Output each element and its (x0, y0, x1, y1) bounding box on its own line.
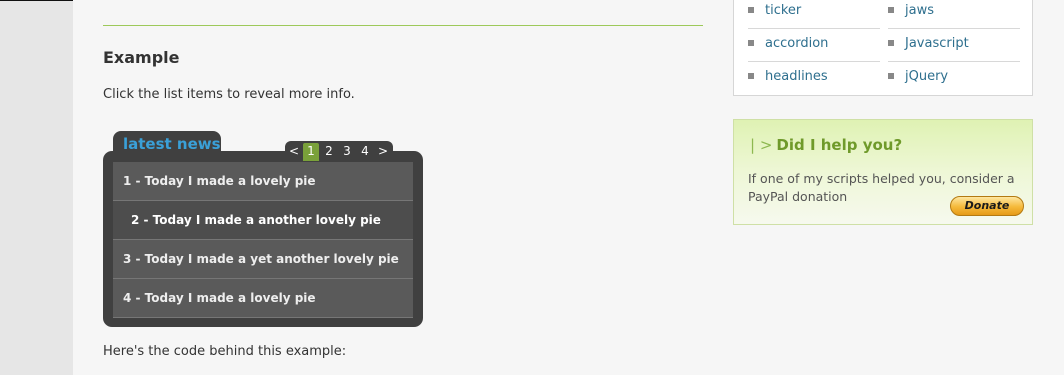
section-divider (103, 25, 703, 26)
link-item: accordion (748, 29, 880, 62)
link-accordion[interactable]: accordion (765, 36, 828, 51)
donate-heading: | > Did I help you? (750, 136, 902, 154)
donate-box: | > Did I help you? If one of my scripts … (733, 119, 1033, 225)
news-item-label: 1 - Today I made a lovely pie (123, 174, 316, 188)
bullet-icon (748, 73, 754, 79)
news-pager: < 1 2 3 4 > (285, 141, 393, 161)
bullet-icon (888, 40, 894, 46)
sidebar-links-box: ticker accordion headlines jaws Javascri… (733, 0, 1033, 96)
bullet-icon (888, 73, 894, 79)
donate-heading-marker: | > (750, 136, 773, 154)
links-column-left: ticker accordion headlines (748, 0, 880, 94)
news-widget: 1 - Today I made a lovely pie 2 - Today … (103, 151, 423, 327)
pager-next-button[interactable]: > (375, 143, 391, 161)
news-item[interactable]: 3 - Today I made a yet another lovely pi… (113, 240, 413, 279)
news-item[interactable]: 2 - Today I made a another lovely pie (113, 201, 413, 240)
link-item: ticker (748, 0, 880, 29)
bullet-icon (888, 7, 894, 13)
link-ticker[interactable]: ticker (765, 3, 801, 18)
link-item: Javascript (888, 29, 1020, 62)
donate-title: Did I help you? (776, 136, 903, 154)
news-item[interactable]: 4 - Today I made a lovely pie (113, 279, 413, 318)
link-headlines[interactable]: headlines (765, 69, 828, 84)
news-item-label: 4 - Today I made a lovely pie (123, 291, 316, 305)
section-heading: Example (103, 48, 180, 67)
code-intro-text: Here's the code behind this example: (103, 344, 347, 359)
link-item: headlines (748, 62, 880, 94)
link-jaws[interactable]: jaws (905, 3, 934, 18)
bullet-icon (748, 7, 754, 13)
link-item: jaws (888, 0, 1020, 29)
pager-prev-button[interactable]: < (286, 143, 302, 161)
news-tab-label: latest news (123, 135, 221, 153)
news-tab: latest news (113, 131, 221, 161)
bullet-icon (748, 40, 754, 46)
news-item[interactable]: 1 - Today I made a lovely pie (113, 162, 413, 201)
news-item-label: 2 - Today I made a another lovely pie (131, 213, 381, 227)
links-column-right: jaws Javascript jQuery (888, 0, 1020, 94)
news-item-label: 3 - Today I made a yet another lovely pi… (123, 252, 399, 266)
pager-page-3[interactable]: 3 (339, 143, 355, 161)
pager-page-4[interactable]: 4 (357, 143, 373, 161)
pager-page-1[interactable]: 1 (303, 143, 319, 161)
link-item: jQuery (888, 62, 1020, 94)
donate-button[interactable]: Donate (950, 196, 1024, 216)
intro-text: Click the list items to reveal more info… (103, 87, 355, 102)
pager-page-2[interactable]: 2 (321, 143, 337, 161)
link-jquery[interactable]: jQuery (905, 69, 948, 84)
link-javascript[interactable]: Javascript (905, 36, 969, 51)
